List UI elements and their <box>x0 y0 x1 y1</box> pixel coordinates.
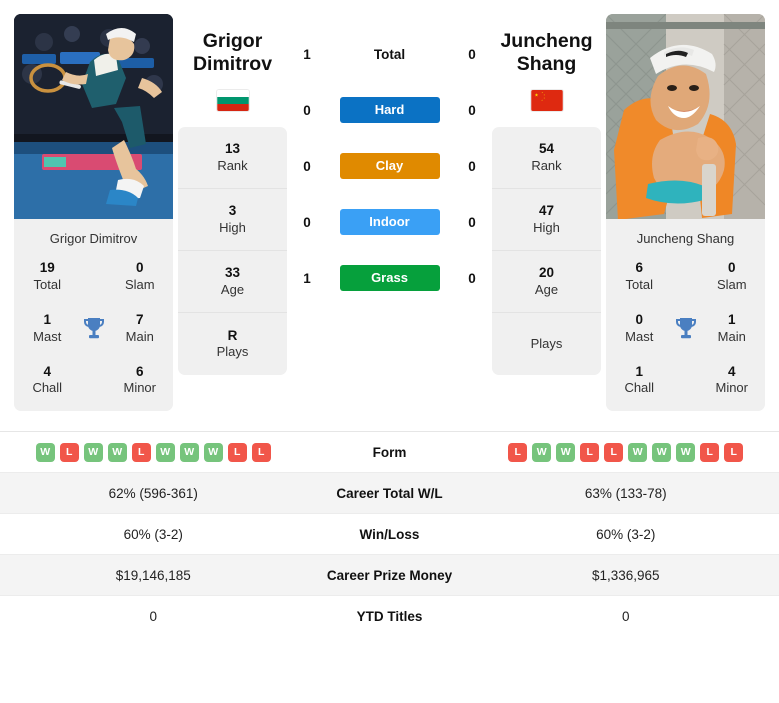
form-badge-l: L <box>131 442 151 462</box>
surface-badge-hard: Hard <box>339 97 440 123</box>
form-badge-w: W <box>83 442 103 462</box>
h2h-total-label: Total <box>373 46 406 62</box>
right-ytd-titles: 0 <box>621 609 630 625</box>
stats-comparison-table: WLWWLWWWLL Form LWWLLWWWLL 62% (596-361)… <box>0 431 779 637</box>
form-badge-l: L <box>59 442 79 462</box>
right-career-total-wl: 63% (133-78) <box>584 485 667 501</box>
left-form-strip: WLWWLWWWLL <box>0 442 307 462</box>
form-badge-w: W <box>107 442 127 462</box>
form-badge-l: L <box>700 442 720 462</box>
right-career-prize-money: $1,336,965 <box>591 567 660 583</box>
form-badge-w: W <box>155 442 175 462</box>
right-player-panel-name: Juncheng Shang <box>636 231 735 246</box>
stat-row-win-loss: 60% (3-2) Win/Loss 60% (3-2) <box>0 514 779 556</box>
bulgaria-flag-icon <box>216 90 249 111</box>
left-high-rank: 3 High <box>178 189 287 251</box>
left-player-panel-name: Grigor Dimitrov <box>49 231 138 246</box>
surface-badge-indoor: Indoor <box>339 209 440 235</box>
left-titles-panel: Grigor Dimitrov 19 Total 0 Slam 1 Mast 7… <box>14 219 173 412</box>
left-ytd-titles: 0 <box>149 609 157 625</box>
trophy-icon <box>75 316 113 342</box>
stat-label-career-total-wl: Career Total W/L <box>336 485 443 501</box>
left-player-name: Grigor Dimitrov <box>192 30 273 75</box>
stat-label-form: Form <box>372 444 407 460</box>
right-player-info: Juncheng Shang 54 Rank 47 High 20 Age Pl… <box>487 14 606 375</box>
left-player-photo <box>14 14 173 219</box>
h2h-row-indoor: 0 Indoor 0 <box>292 194 487 250</box>
form-badge-w: W <box>652 442 672 462</box>
right-titles-challenger: 1 Chall <box>624 363 655 396</box>
right-titles-masters: 0 Mast <box>625 311 654 344</box>
form-badge-l: L <box>604 442 624 462</box>
form-badge-w: W <box>676 442 696 462</box>
left-career-total-wl: 62% (596-361) <box>108 485 198 501</box>
stat-label-win-loss: Win/Loss <box>359 526 420 542</box>
comparison-header: Grigor Dimitrov 19 Total 0 Slam 1 Mast 7… <box>0 0 779 412</box>
stat-label-ytd-titles: YTD Titles <box>356 609 423 625</box>
left-player-info: Grigor Dimitrov 13 Rank 3 High 33 Age R … <box>173 14 292 375</box>
right-titles-minor: 4 Minor <box>715 363 748 396</box>
left-flag-wrap <box>178 90 287 111</box>
form-badge-l: L <box>508 442 528 462</box>
right-player-name: Juncheng Shang <box>500 30 593 75</box>
form-badge-w: W <box>179 442 199 462</box>
form-badge-w: W <box>628 442 648 462</box>
form-badge-l: L <box>580 442 600 462</box>
right-titles-main: 1 Main <box>717 311 746 344</box>
right-win-loss: 60% (3-2) <box>596 526 656 542</box>
h2h-row-clay: 0 Clay 0 <box>292 138 487 194</box>
form-badge-w: W <box>35 442 55 462</box>
right-rank-card: 54 Rank 47 High 20 Age Plays <box>492 127 601 375</box>
form-badge-w: W <box>556 442 576 462</box>
left-plays: R Plays <box>216 327 249 360</box>
surface-badge-clay: Clay <box>339 153 440 179</box>
right-player-photo <box>606 14 765 219</box>
left-age: 33 Age <box>178 251 287 313</box>
left-titles-main: 7 Main <box>125 311 154 344</box>
stat-row-form: WLWWLWWWLL Form LWWLLWWWLL <box>0 432 779 474</box>
right-titles-total: 6 Total <box>625 260 653 292</box>
right-age: 20 Age <box>492 251 601 313</box>
surface-badge-grass: Grass <box>339 265 440 291</box>
form-badge-w: W <box>203 442 223 462</box>
left-titles-challenger: 4 Chall <box>32 363 63 396</box>
stat-row-career-total-wl: 62% (596-361) Career Total W/L 63% (133-… <box>0 473 779 515</box>
right-player-card: Juncheng Shang 6 Total 0 Slam 0 Mast 1 M… <box>606 14 765 412</box>
h2h-comparison-page: Grigor Dimitrov 19 Total 0 Slam 1 Mast 7… <box>0 0 779 703</box>
left-rank-card: 13 Rank 3 High 33 Age R Plays <box>178 127 287 375</box>
left-titles-total: 19 Total <box>33 260 61 292</box>
form-badge-l: L <box>227 442 247 462</box>
right-form-strip: LWWLLWWWLL <box>473 442 779 462</box>
h2h-row-hard: 0 Hard 0 <box>292 82 487 138</box>
right-titles-slam: 0 Slam <box>716 260 747 292</box>
right-rank: 54 Rank <box>492 127 601 189</box>
right-high-rank: 47 High <box>492 189 601 251</box>
trophy-icon <box>667 316 705 342</box>
left-career-prize-money: $19,146,185 <box>115 567 191 583</box>
left-titles-minor: 6 Minor <box>123 363 156 396</box>
h2h-row-grass: 1 Grass 0 <box>292 250 487 306</box>
form-badge-l: L <box>251 442 271 462</box>
form-badge-l: L <box>724 442 744 462</box>
stat-row-career-prize-money: $19,146,185 Career Prize Money $1,336,96… <box>0 555 779 597</box>
right-titles-panel: Juncheng Shang 6 Total 0 Slam 0 Mast 1 M… <box>606 219 765 412</box>
stat-label-career-prize-money: Career Prize Money <box>326 567 453 583</box>
right-plays: Plays <box>530 335 563 351</box>
china-flag-icon <box>530 90 563 111</box>
left-win-loss: 60% (3-2) <box>123 526 183 542</box>
right-titles-grid: 6 Total 0 Slam 0 Mast 1 Main 1 Chall 4 M… <box>612 260 759 397</box>
left-titles-grid: 19 Total 0 Slam 1 Mast 7 Main 4 Chall 6 … <box>20 260 167 397</box>
h2h-row-total: 1 Total 0 <box>303 46 476 62</box>
stat-row-ytd-titles: 0 YTD Titles 0 <box>0 596 779 637</box>
left-titles-slam: 0 Slam <box>124 260 155 292</box>
right-flag-wrap <box>492 90 601 111</box>
left-titles-masters: 1 Mast <box>33 311 62 344</box>
form-badge-w: W <box>532 442 552 462</box>
head-to-head-column: 1 Total 0 0 Hard 0 0 Clay 0 0 Indoor 0 1… <box>292 14 487 306</box>
left-player-card: Grigor Dimitrov 19 Total 0 Slam 1 Mast 7… <box>14 14 173 412</box>
left-rank: 13 Rank <box>178 127 287 189</box>
